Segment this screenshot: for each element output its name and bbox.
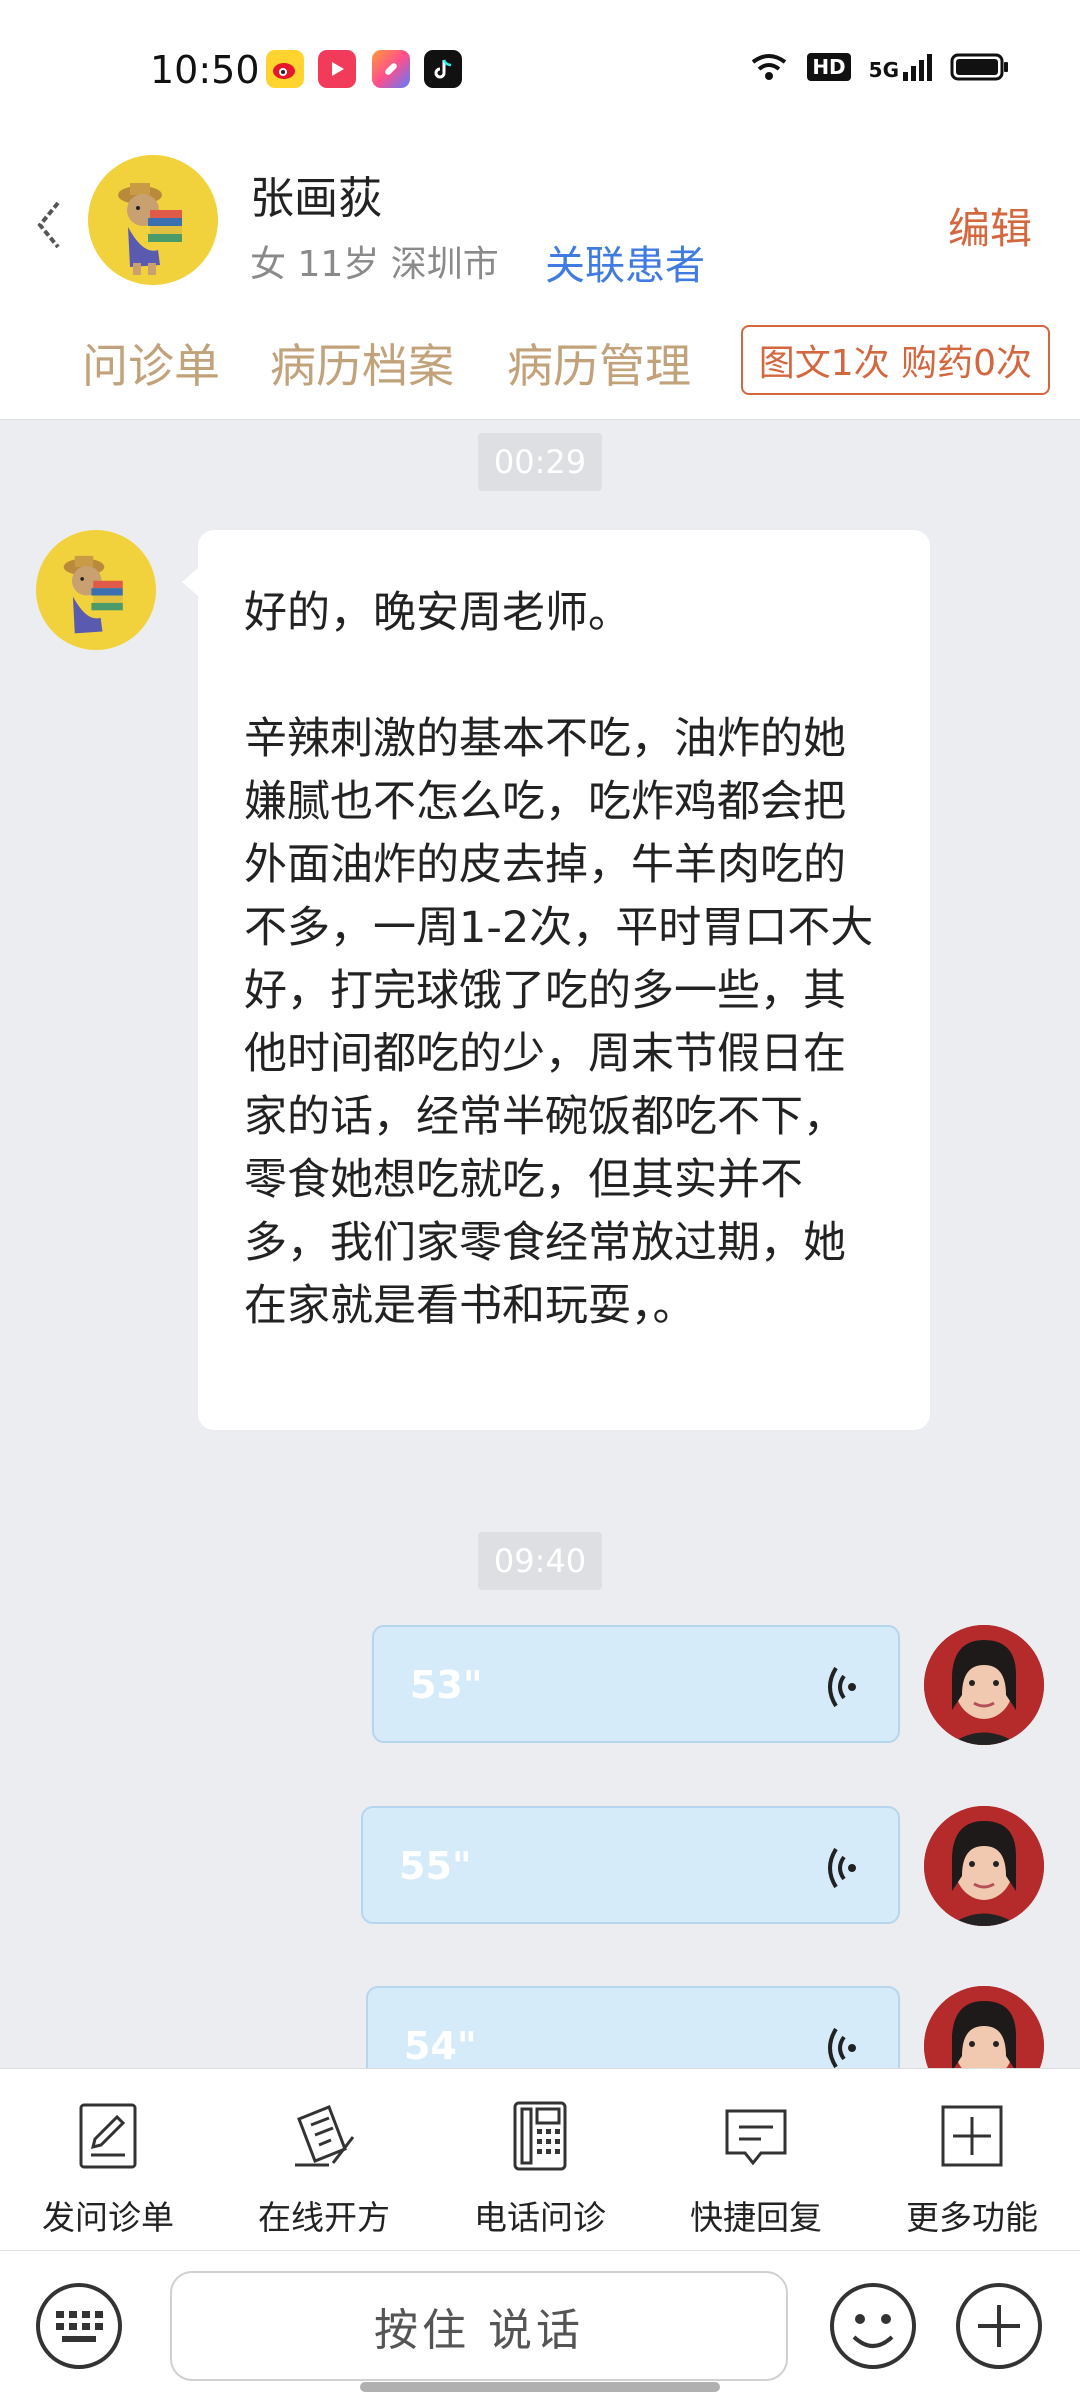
voice-wave-icon <box>828 1666 856 1708</box>
weibo-icon <box>266 50 304 88</box>
doctor-avatar[interactable] <box>924 1625 1044 1745</box>
status-time: 10:50 <box>150 48 260 92</box>
function-label: 快捷回复 <box>690 2198 822 2237</box>
form-icon <box>79 2103 137 2169</box>
voice-duration: 53" <box>410 1663 483 1707</box>
link-patient-button[interactable]: 关联患者 <box>545 233 705 291</box>
voice-wave-icon <box>828 1847 856 1889</box>
shortcut-icon <box>372 50 410 88</box>
battery-icon <box>950 53 1008 81</box>
patient-name: 张画荻 <box>250 173 382 224</box>
voice-duration: 55" <box>399 1844 472 1888</box>
service-count-badge: 图文1次 购药0次 <box>740 325 1050 395</box>
status-indicators: HD 5G <box>749 52 1010 82</box>
phone-consultation-button[interactable]: 电话问诊 <box>432 2099 648 2239</box>
input-bar: 按住 说话 <box>0 2250 1080 2400</box>
quick-reply-icon <box>725 2109 787 2166</box>
add-icon[interactable] <box>954 2281 1044 2371</box>
edit-button[interactable]: 编辑 <box>948 195 1032 256</box>
status-bar: 10:50 HD 5G <box>0 0 1080 140</box>
incoming-message-bubble[interactable]: 好的，晚安周老师。 辛辣刺激的基本不吃，油炸的她嫌腻也不怎么吃，吃炸鸡都会把外面… <box>182 530 930 1430</box>
network-label: 5G <box>868 58 899 82</box>
patient-header: 张画荻 女 11岁 深圳市 关联患者 编辑 问诊单 病历档案 病历管理 图文1次… <box>0 140 1080 420</box>
wifi-icon <box>752 54 787 80</box>
send-form-button[interactable]: 发问诊单 <box>0 2099 216 2239</box>
back-arrow-icon[interactable] <box>30 195 70 255</box>
quick-reply-button[interactable]: 快捷回复 <box>648 2099 864 2239</box>
tab-record-management[interactable]: 病历管理 <box>507 330 691 396</box>
hd-badge: HD <box>807 53 851 81</box>
more-icon <box>941 2105 1003 2167</box>
function-label: 电话问诊 <box>474 2198 606 2237</box>
tiktok-icon <box>424 50 462 88</box>
hold-to-talk-button[interactable]: 按住 说话 <box>170 2271 788 2381</box>
tab-medical-records[interactable]: 病历档案 <box>270 330 454 396</box>
emoji-icon[interactable] <box>828 2281 918 2371</box>
function-label: 更多功能 <box>906 2198 1038 2237</box>
signal-indicator: 5G <box>869 52 932 82</box>
phone-icon <box>513 2101 567 2171</box>
patient-meta: 女 11岁 深圳市 <box>250 244 499 285</box>
home-indicator[interactable] <box>360 2382 720 2392</box>
patient-avatar[interactable] <box>88 155 218 285</box>
voice-message-bubble[interactable]: 53" <box>372 1625 900 1743</box>
prescription-icon <box>295 2105 355 2167</box>
voice-wave-icon <box>828 2027 856 2069</box>
more-functions-button[interactable]: 更多功能 <box>864 2099 1080 2239</box>
function-label: 发问诊单 <box>42 2198 174 2237</box>
video-icon <box>318 50 356 88</box>
voice-message-bubble[interactable]: 55" <box>361 1806 900 1924</box>
online-prescription-button[interactable]: 在线开方 <box>216 2099 432 2239</box>
signal-icon <box>903 54 932 81</box>
chat-timestamp: 09:40 <box>478 1532 602 1590</box>
tab-consultation-form[interactable]: 问诊单 <box>82 330 220 396</box>
patient-avatar-small[interactable] <box>36 530 156 650</box>
chat-timestamp: 00:29 <box>478 433 602 491</box>
doctor-avatar[interactable] <box>924 1806 1044 1926</box>
keyboard-icon[interactable] <box>34 2281 124 2371</box>
function-bar: 发问诊单 在线开方 电话问诊 快捷回复 更多功能 <box>0 2068 1080 2250</box>
voice-duration: 54" <box>404 2024 477 2068</box>
function-label: 在线开方 <box>258 2198 390 2237</box>
